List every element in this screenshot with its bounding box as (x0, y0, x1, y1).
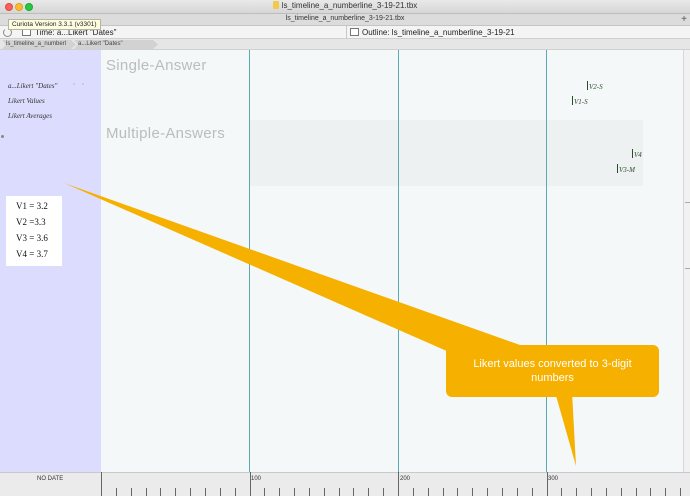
outline-pane-title: Outline: ls_timeline_a_numberline_3-19-2… (362, 28, 515, 37)
note-line: V4 = 3.7 (16, 249, 48, 259)
band-label-multiple-answers: Multiple-Answers (106, 125, 225, 142)
breadcrumb: ls_timeline_a_numberl a...Likert "Dates" (0, 39, 690, 50)
ruler-tick (665, 488, 666, 496)
timeline-event-v4[interactable]: V4 (632, 149, 642, 159)
ruler-tick (561, 488, 562, 496)
ruler-tick (398, 472, 399, 496)
ruler-tick (591, 488, 592, 496)
note-line: V3 = 3.6 (16, 233, 48, 243)
ruler-tick (190, 488, 191, 496)
outline-view-icon[interactable] (350, 28, 359, 36)
window-title: ls_timeline_a_numberline_3-19-21.tbx (0, 1, 690, 10)
sidebar-row-likert-averages[interactable]: Likert Averages (8, 112, 52, 120)
row-info-icon[interactable]: ◦ (73, 82, 75, 88)
ruler-tick (413, 488, 414, 496)
breadcrumb-item[interactable]: a...Likert "Dates" (74, 40, 158, 49)
time-ruler[interactable]: NO DATE 100 200 300 (0, 472, 690, 496)
ruler-tick (383, 488, 384, 496)
ruler-tick (680, 488, 681, 496)
ruler-tick (547, 472, 548, 496)
ruler-tick (279, 488, 280, 496)
ruler-tick (621, 488, 622, 496)
callout-note: Likert values converted to 3-digit numbe… (446, 345, 659, 397)
window-title-text: ls_timeline_a_numberline_3-19-21.tbx (281, 1, 418, 10)
document-icon (272, 1, 279, 9)
event-flag-icon (632, 149, 633, 158)
gridline-100 (249, 50, 250, 472)
callout-text: Likert values converted to 3-digit numbe… (473, 358, 632, 384)
ruler-tick (220, 488, 221, 496)
event-label: V4 (634, 151, 642, 159)
ruler-tick (576, 488, 577, 496)
ruler-tick (116, 488, 117, 496)
gridline-200 (398, 50, 399, 472)
tab-bar: ls_timeline_a_numberline_3-19-21.tbx + (0, 14, 690, 26)
ruler-tick (309, 488, 310, 496)
ruler-tick (487, 488, 488, 496)
document-tab[interactable]: ls_timeline_a_numberline_3-19-21.tbx (0, 15, 690, 22)
ruler-label-300: 300 (548, 476, 559, 482)
title-bar: ls_timeline_a_numberline_3-19-21.tbx (0, 0, 690, 14)
ruler-tick (472, 488, 473, 496)
sidebar-row-likert-values[interactable]: Likert Values (8, 97, 45, 105)
ruler-tick (532, 488, 533, 496)
ruler-tick (205, 488, 206, 496)
likert-values-note: V1 = 3.2 V2 =3.3 V3 = 3.6 V4 = 3.7 (6, 196, 62, 266)
timeline-canvas[interactable]: Single-Answer Multiple-Answers V2-S V1-S… (101, 50, 683, 472)
ruler-tick (443, 488, 444, 496)
timeline-event-v3-m[interactable]: V3-M (617, 164, 635, 174)
ruler-tick (636, 488, 637, 496)
timeline-sidebar: a...Likert "Dates" ◦ ◦ Likert Values Lik… (0, 50, 101, 472)
app-window: ls_timeline_a_numberline_3-19-21.tbx ls_… (0, 0, 690, 496)
row-options-icon[interactable]: ◦ (82, 82, 84, 88)
version-tooltip: Curiota Version 3.3.1 (v3301) (8, 19, 101, 30)
ruler-tick (650, 488, 651, 496)
outline-pane-header: Outline: ls_timeline_a_numberline_3-19-2… (347, 26, 690, 39)
ruler-tick (101, 472, 102, 496)
ruler-tick (457, 488, 458, 496)
scroll-mark (685, 202, 690, 203)
ruler-tick (235, 488, 236, 496)
scroll-mark (685, 268, 690, 269)
ruler-tick (368, 488, 369, 496)
band-background (249, 120, 643, 186)
ruler-tick (502, 488, 503, 496)
vertical-scrollbar[interactable] (683, 50, 690, 472)
band-label-single-answer: Single-Answer (106, 57, 207, 74)
ruler-tick (339, 488, 340, 496)
note-line: V2 =3.3 (16, 217, 46, 227)
event-flag-icon (572, 96, 573, 105)
ruler-tick (428, 488, 429, 496)
ruler-tick (517, 488, 518, 496)
ruler-tick (131, 488, 132, 496)
ruler-tick (294, 488, 295, 496)
new-tab-button[interactable]: + (681, 14, 687, 25)
event-label: V3-M (619, 166, 635, 174)
gridline-300 (546, 50, 547, 472)
event-label: V2-S (589, 83, 603, 91)
ruler-tick (250, 472, 251, 496)
no-date-label: NO DATE (37, 476, 64, 482)
breadcrumb-item[interactable]: ls_timeline_a_numberl (2, 40, 76, 49)
ruler-label-200: 200 (400, 476, 411, 482)
timeline-event-v1-s[interactable]: V1-S (572, 96, 588, 106)
event-flag-icon (587, 81, 588, 90)
ruler-tick (606, 488, 607, 496)
event-label: V1-S (574, 98, 588, 106)
note-line: V1 = 3.2 (16, 201, 48, 211)
ruler-tick (264, 488, 265, 496)
ruler-tick (324, 488, 325, 496)
ruler-label-100: 100 (251, 476, 262, 482)
ruler-tick (146, 488, 147, 496)
ruler-tick (353, 488, 354, 496)
event-flag-icon (617, 164, 618, 173)
sidebar-row-timeline[interactable]: a...Likert "Dates" (8, 82, 57, 90)
ruler-tick (175, 488, 176, 496)
ruler-tick (160, 488, 161, 496)
row-bullet-icon (1, 135, 4, 138)
timeline-event-v2-s[interactable]: V2-S (587, 81, 603, 91)
